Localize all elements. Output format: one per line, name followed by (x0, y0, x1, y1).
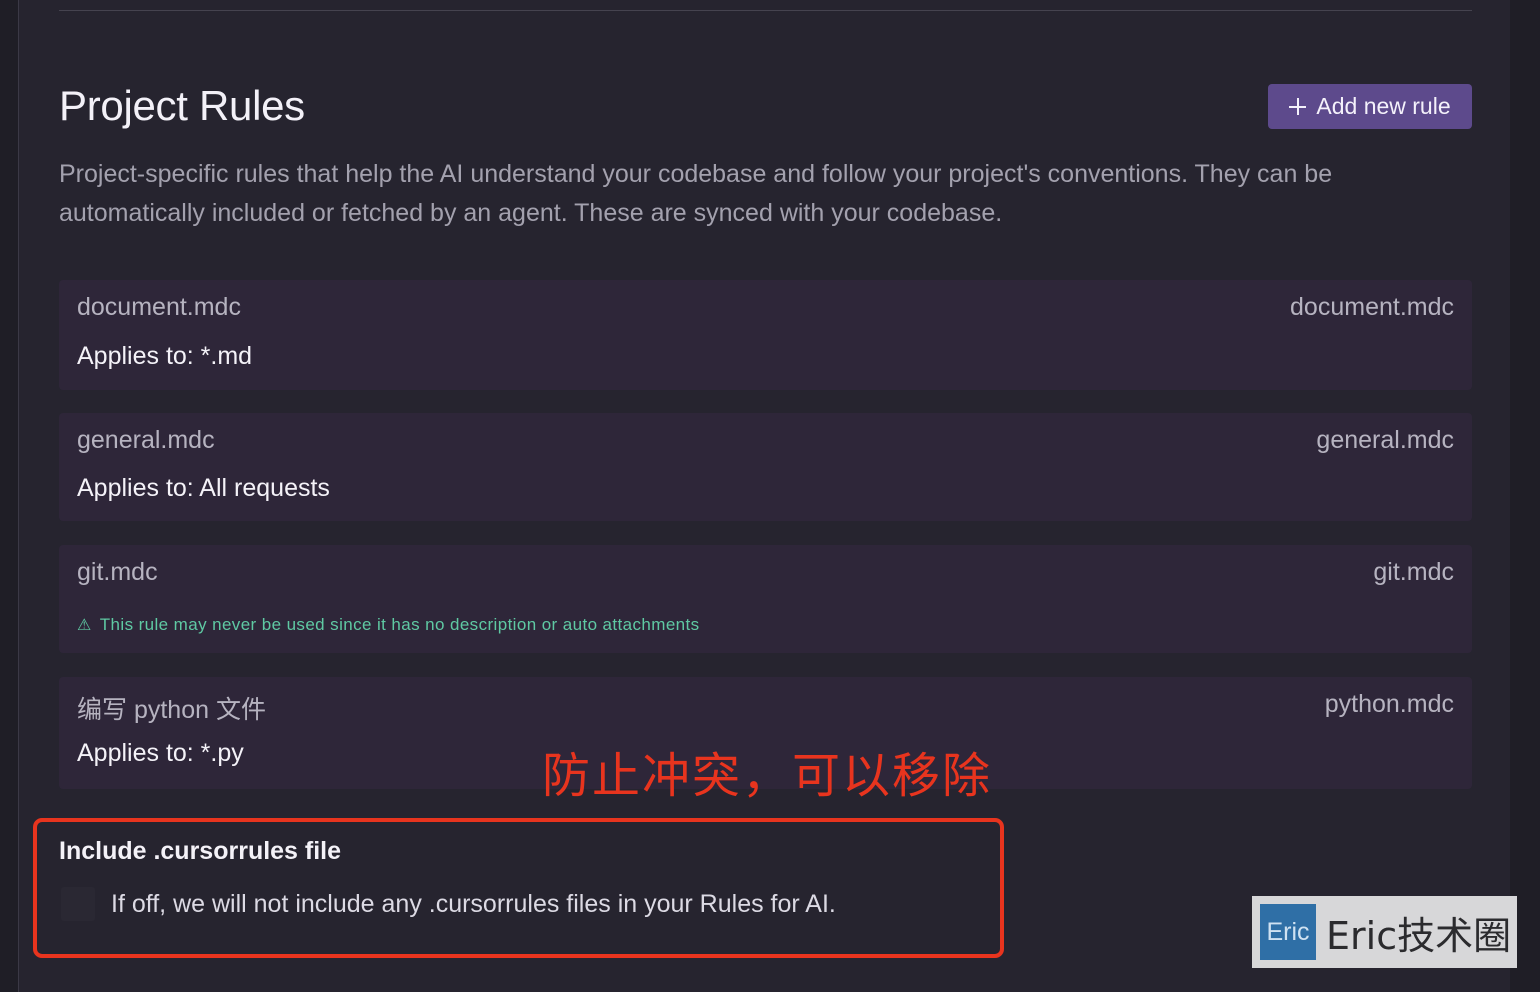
watermark-logo: Eric (1260, 904, 1316, 960)
rule-filename: document.mdc (1290, 293, 1454, 321)
rule-name: document.mdc (77, 293, 241, 321)
cursorrules-toggle-checkbox[interactable] (61, 887, 95, 921)
scrollbar-track[interactable] (1510, 0, 1540, 992)
rule-card-git[interactable]: git.mdc git.mdc ⚠ This rule may never be… (59, 545, 1472, 653)
left-panel-edge (0, 0, 19, 992)
page-description: Project-specific rules that help the AI … (59, 160, 1333, 227)
annotation-text: 防止冲突，可以移除 (542, 748, 993, 804)
rule-applies-to: Applies to: *.py (77, 739, 244, 767)
rule-filename: git.mdc (1373, 558, 1454, 586)
rule-card-general[interactable]: general.mdc general.mdc Applies to: All … (59, 413, 1472, 521)
rule-filename: general.mdc (1316, 426, 1454, 454)
rule-warning: ⚠ This rule may never be used since it h… (77, 615, 700, 635)
rule-name: general.mdc (77, 426, 215, 454)
watermark-text: Eric技术圈 (1326, 913, 1512, 958)
cursorrules-description: If off, we will not include any .cursorr… (111, 890, 836, 918)
rule-applies-to: Applies to: All requests (77, 474, 330, 502)
rule-name: git.mdc (77, 558, 158, 586)
rule-filename: python.mdc (1324, 690, 1454, 718)
rule-warning-text: This rule may never be used since it has… (99, 615, 700, 634)
rule-card-document[interactable]: document.mdc document.mdc Applies to: *.… (59, 280, 1472, 390)
cursorrules-title: Include .cursorrules file (59, 837, 342, 865)
rule-applies-to: Applies to: *.md (77, 342, 253, 370)
page-title: Project Rules (59, 82, 305, 129)
plus-icon (1289, 98, 1307, 115)
add-new-rule-button[interactable]: Add new rule (1268, 84, 1472, 129)
section-divider (59, 10, 1472, 11)
add-new-rule-label: Add new rule (1316, 93, 1451, 119)
watermark: Eric Eric技术圈 (1252, 896, 1517, 968)
rule-name: 编写 python 文件 (77, 696, 266, 724)
warning-icon: ⚠ (77, 617, 92, 634)
